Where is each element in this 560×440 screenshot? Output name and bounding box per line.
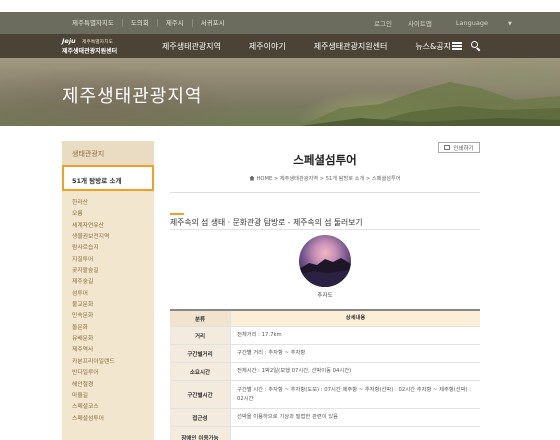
table-row-label: 거리 xyxy=(170,327,230,344)
page: 제주특별자치도 도의회 제주시 서귀포시 로그인 사이트맵 Language ▼ … xyxy=(0,0,560,440)
logo-brand-sub: 제주특별자치도 xyxy=(82,40,113,45)
photo-caption: 추자도 xyxy=(317,293,333,299)
main-nav: Jeju 제주특별자치도 제주생태관광지원센터 제주생태관광지역 제주이야기 제… xyxy=(0,34,560,58)
nav-menu: 제주생태관광지역 제주이야기 제주생태관광지원센터 뉴스&공지 xyxy=(162,34,451,58)
table-row: 접근성 선박을 이용하므로 기상과 밀접한 관련이 있음 xyxy=(170,409,480,427)
login-link[interactable]: 로그인 xyxy=(366,18,400,28)
table-header-category: 분류 xyxy=(170,311,230,326)
nav-item-news[interactable]: 뉴스&공지 xyxy=(415,41,451,52)
utility-links-right: 로그인 사이트맵 Language ▼ xyxy=(366,12,528,34)
sidebar-item[interactable]: 람사르습지 xyxy=(72,243,152,254)
island-photo xyxy=(299,235,351,287)
section-title: 제주속의 섬 생태 · 문화관광 탐방로 - 제주속의 섬 둘러보기 xyxy=(170,218,363,227)
logo-brand: Jeju xyxy=(62,37,76,45)
breadcrumb-text: HOME > 제주생태관광지역 > 51개 탐방로 소개 > 스페셜섬투어 xyxy=(256,176,401,182)
sidebar-item[interactable]: 스페셜섬투어 xyxy=(72,414,152,425)
sidebar-item[interactable]: 해안절경 xyxy=(72,380,152,391)
table-row-label: 구간별시간 xyxy=(170,381,230,408)
table-row-value: 전체거리 : 17.7km xyxy=(230,327,480,344)
table-row: 구간별시간 구간별 시간 : 추자항 ~ 추자항(도보) : 07시간 제주항 … xyxy=(170,381,480,409)
table-row-value xyxy=(230,427,480,440)
sidebar-active-item[interactable]: 51개 탐방로 소개 xyxy=(62,165,154,191)
table-row: 구간별거리 구간별 거리 : 추자항 ~ 추자항 xyxy=(170,345,480,363)
sidebar-item[interactable]: 스페셜코스 xyxy=(72,402,152,413)
mountain-illustration xyxy=(300,82,560,126)
table-row-value: 전체시간 : 1박2일(보행 07시간, 선박이동 04시간) xyxy=(230,363,480,380)
link-seogwipo-city[interactable]: 서귀포시 xyxy=(193,19,233,27)
table-row-value: 선박을 이용하므로 기상과 밀접한 관련이 있음 xyxy=(230,409,480,426)
table-row-value: 구간별 거리 : 추자항 ~ 추자항 xyxy=(230,345,480,362)
sidebar-item[interactable]: 유배문화 xyxy=(72,334,152,345)
sidebar-item[interactable]: 제주역사 xyxy=(72,345,152,356)
sidebar-item[interactable]: 불교문화 xyxy=(72,300,152,311)
sidebar-section-title[interactable]: 생태관광지 xyxy=(62,141,154,165)
breadcrumb: HOME > 제주생태관광지역 > 51개 탐방로 소개 > 스페셜섬투어 xyxy=(170,175,480,182)
detail-table: 분류 상세내용 거리 전체거리 : 17.7km 구간별거리 구간별 거리 : … xyxy=(170,309,480,440)
table-header-detail: 상세내용 xyxy=(230,311,480,326)
language-select[interactable]: Language ▼ xyxy=(440,19,528,27)
home-icon[interactable] xyxy=(249,175,255,181)
nav-item-eco-area[interactable]: 제주생태관광지역 xyxy=(162,41,221,52)
sidebar-item[interactable]: 반다일루어 xyxy=(72,368,152,379)
table-row-label: 소요시간 xyxy=(170,363,230,380)
table-row-label: 구간별거리 xyxy=(170,345,230,362)
link-jeju-province[interactable]: 제주특별자치도 xyxy=(64,19,123,27)
link-council[interactable]: 도의회 xyxy=(123,19,158,27)
print-icon xyxy=(444,145,451,150)
sidebar-item[interactable]: 카본프리아일랜드 xyxy=(72,357,152,368)
language-label: Language xyxy=(455,19,488,27)
page-title: 스페셜섬투어 xyxy=(293,153,357,167)
utility-bar: 제주특별자치도 도의회 제주시 서귀포시 로그인 사이트맵 Language ▼ xyxy=(0,12,560,34)
sidebar-item[interactable]: 곶자왈숲길 xyxy=(72,266,152,277)
table-header-row: 분류 상세내용 xyxy=(170,311,480,327)
sidebar-item[interactable]: 돌문화 xyxy=(72,323,152,334)
link-jeju-city[interactable]: 제주시 xyxy=(158,19,193,27)
sidebar-item[interactable]: 지질투어 xyxy=(72,255,152,266)
nav-item-support-center[interactable]: 제주생태관광지원센터 xyxy=(314,41,388,52)
chevron-down-icon: ▼ xyxy=(507,21,512,27)
sidebar-item[interactable]: 한라산 xyxy=(72,198,152,209)
nav-icons xyxy=(452,34,481,58)
sitemap-link[interactable]: 사이트맵 xyxy=(400,18,440,28)
nav-item-jeju-story[interactable]: 제주이야기 xyxy=(249,41,286,52)
sidebar-item[interactable]: 민속문화 xyxy=(72,311,152,322)
search-icon[interactable] xyxy=(471,41,481,52)
table-row: 장애인 이용가능 xyxy=(170,427,480,440)
table-row: 거리 전체거리 : 17.7km xyxy=(170,327,480,345)
table-row-value: 구간별 시간 : 추자항 ~ 추자항(도보) : 07시간 제주항 ~ 추자항(… xyxy=(230,381,480,408)
table-row: 소요시간 전체시간 : 1박2일(보행 07시간, 선박이동 04시간) xyxy=(170,363,480,381)
hero-title: 제주생태관광지역 xyxy=(62,86,203,107)
sidebar: 생태관광지 51개 탐방로 소개 한라산 오름 세계자연유산 생물권보전지역 람… xyxy=(62,141,154,440)
print-label: 인쇄하기 xyxy=(453,145,474,152)
section-accent xyxy=(170,213,184,215)
hamburger-icon[interactable] xyxy=(452,42,462,50)
sidebar-item[interactable]: 제주숲길 xyxy=(72,277,152,288)
sidebar-item[interactable]: 섬투어 xyxy=(72,289,152,300)
site-logo[interactable]: Jeju 제주특별자치도 제주생태관광지원센터 xyxy=(62,37,158,55)
table-row-label: 접근성 xyxy=(170,409,230,426)
logo-org-name: 제주생태관광지원센터 xyxy=(62,48,118,55)
hero-banner: 제주생태관광지역 xyxy=(0,58,560,126)
utility-links-left: 제주특별자치도 도의회 제주시 서귀포시 xyxy=(64,12,233,34)
sidebar-list: 한라산 오름 세계자연유산 생물권보전지역 람사르습지 지질투어 곶자왈숲길 제… xyxy=(72,198,152,425)
sidebar-item[interactable]: 세계자연유산 xyxy=(72,221,152,232)
section-divider xyxy=(170,229,480,230)
divider xyxy=(170,192,480,193)
sidebar-item[interactable]: 마을길 xyxy=(72,391,152,402)
sidebar-item[interactable]: 오름 xyxy=(72,209,152,220)
sidebar-item[interactable]: 생물권보전지역 xyxy=(72,232,152,243)
table-row-label: 장애인 이용가능 xyxy=(170,427,230,440)
